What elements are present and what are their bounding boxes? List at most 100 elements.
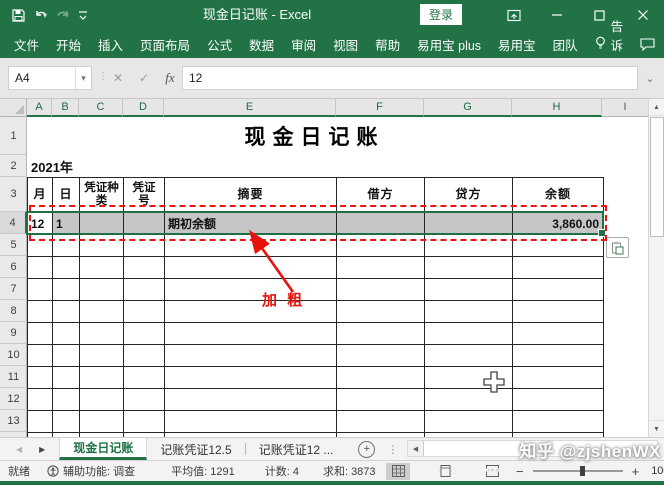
cell[interactable]: [337, 257, 425, 278]
ribbon-tab-review[interactable]: 审阅: [291, 35, 316, 54]
cell[interactable]: [337, 389, 425, 410]
insert-function-icon[interactable]: fx: [158, 66, 182, 90]
cell[interactable]: [513, 235, 603, 256]
column-header-A[interactable]: A: [27, 99, 52, 117]
name-box-dropdown-icon[interactable]: ▾: [75, 67, 91, 89]
cell[interactable]: [425, 411, 513, 432]
cell[interactable]: [28, 235, 53, 256]
scroll-down-icon[interactable]: ▼: [649, 420, 664, 437]
cell[interactable]: [53, 367, 80, 388]
row-header-3[interactable]: 3: [0, 177, 27, 212]
name-box[interactable]: ▾: [8, 66, 92, 90]
cell[interactable]: [337, 323, 425, 344]
cell[interactable]: [124, 345, 165, 366]
cell[interactable]: [124, 301, 165, 322]
cell[interactable]: [425, 389, 513, 410]
ribbon-tab-home[interactable]: 开始: [56, 35, 81, 54]
cell[interactable]: [80, 301, 124, 322]
comments-icon[interactable]: [640, 38, 655, 51]
cell[interactable]: [124, 389, 165, 410]
cell[interactable]: [124, 235, 165, 256]
cell[interactable]: [513, 301, 603, 322]
cell[interactable]: [513, 279, 603, 300]
cell[interactable]: [337, 301, 425, 322]
ribbon-tab-help[interactable]: 帮助: [375, 35, 400, 54]
expand-formula-bar-icon[interactable]: ⌄: [641, 66, 659, 90]
scroll-up-icon[interactable]: ▲: [649, 99, 664, 116]
cell[interactable]: [53, 301, 80, 322]
cell[interactable]: [80, 323, 124, 344]
ribbon-tab-file[interactable]: 文件: [14, 35, 39, 54]
cell[interactable]: [80, 257, 124, 278]
next-sheet-icon[interactable]: ▶: [39, 445, 45, 454]
cell[interactable]: [80, 389, 124, 410]
cell-voucher-type[interactable]: [80, 213, 124, 234]
cell[interactable]: [425, 345, 513, 366]
page-layout-view-button[interactable]: [433, 463, 457, 480]
row-header-12[interactable]: 12: [0, 388, 27, 410]
column-header-H[interactable]: H: [512, 99, 602, 117]
enter-entry-icon[interactable]: ✓: [132, 66, 156, 90]
cell[interactable]: [165, 257, 337, 278]
cell[interactable]: [124, 257, 165, 278]
cell[interactable]: [513, 389, 603, 410]
zoom-in-icon[interactable]: +: [632, 464, 640, 479]
login-button[interactable]: 登录: [420, 4, 462, 25]
cell[interactable]: [80, 367, 124, 388]
minimize-button[interactable]: [535, 0, 578, 30]
cell[interactable]: [425, 279, 513, 300]
cell[interactable]: [124, 367, 165, 388]
cell[interactable]: [80, 345, 124, 366]
header-cell-voucher-type[interactable]: 凭证种类: [80, 178, 124, 212]
cell[interactable]: [28, 389, 53, 410]
header-cell-day[interactable]: 日: [53, 178, 80, 212]
previous-sheet-icon[interactable]: ◀: [16, 445, 22, 454]
header-cell-summary[interactable]: 摘要: [165, 178, 337, 212]
cell[interactable]: [165, 279, 337, 300]
header-cell-voucher-no[interactable]: 凭证号: [124, 178, 165, 212]
cell[interactable]: [165, 367, 337, 388]
ribbon-tab-formulas[interactable]: 公式: [207, 35, 232, 54]
cell[interactable]: [165, 345, 337, 366]
cell[interactable]: [53, 411, 80, 432]
ribbon-tab-yiyongbao-plus[interactable]: 易用宝 plus: [417, 35, 481, 54]
cancel-entry-icon[interactable]: ✕: [106, 66, 130, 90]
new-sheet-icon[interactable]: +: [358, 441, 375, 458]
cell[interactable]: [28, 279, 53, 300]
cell[interactable]: [28, 323, 53, 344]
header-cell-credit[interactable]: 贷方: [425, 178, 513, 212]
column-header-E[interactable]: E: [164, 99, 336, 117]
cell[interactable]: [513, 345, 603, 366]
cell-day[interactable]: 1: [53, 213, 80, 234]
sheet-tab-cash-journal[interactable]: 现金日记账: [59, 438, 147, 460]
row-header-11[interactable]: 11: [0, 366, 27, 388]
cell[interactable]: [513, 411, 603, 432]
cell-balance[interactable]: 3,860.00: [513, 213, 603, 234]
row-header-13[interactable]: 13: [0, 410, 27, 432]
cell[interactable]: [28, 367, 53, 388]
cell[interactable]: [28, 257, 53, 278]
cell[interactable]: [425, 235, 513, 256]
cell[interactable]: [28, 301, 53, 322]
cell-summary[interactable]: 期初余额: [165, 213, 337, 234]
cell[interactable]: [53, 257, 80, 278]
column-header-F[interactable]: F: [336, 99, 424, 117]
column-header-D[interactable]: D: [123, 99, 164, 117]
sheet-options-dots-icon[interactable]: ⋮: [387, 443, 398, 456]
cell[interactable]: [53, 279, 80, 300]
cell[interactable]: [513, 257, 603, 278]
cell[interactable]: [53, 235, 80, 256]
cell[interactable]: [513, 367, 603, 388]
formula-input[interactable]: [182, 66, 638, 90]
sheet-tab-voucher-12[interactable]: 记账凭证12 ...: [246, 438, 347, 460]
scroll-left-icon[interactable]: ◀: [408, 441, 423, 456]
cell[interactable]: [124, 411, 165, 432]
vertical-scrollbar[interactable]: ▲ ▼: [648, 99, 664, 437]
cell[interactable]: [124, 279, 165, 300]
cell[interactable]: [425, 323, 513, 344]
cell[interactable]: [165, 235, 337, 256]
row-header-8[interactable]: 8: [0, 300, 27, 322]
header-cell-month[interactable]: 月: [28, 178, 53, 212]
header-cell-debit[interactable]: 借方: [337, 178, 425, 212]
cell[interactable]: [425, 367, 513, 388]
